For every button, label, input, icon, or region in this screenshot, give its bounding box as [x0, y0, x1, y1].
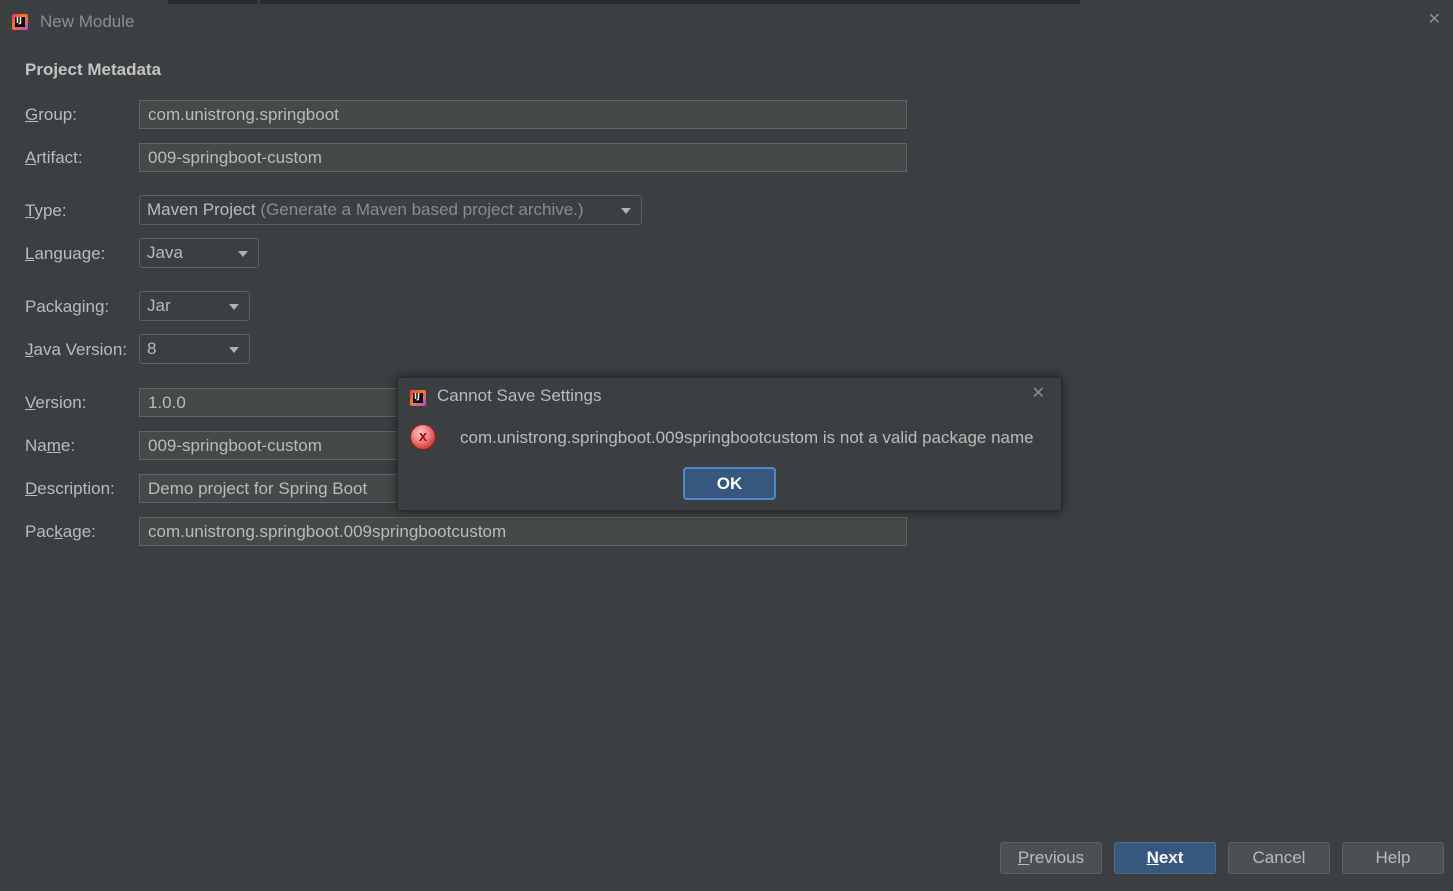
- chevron-down-icon: [238, 251, 248, 257]
- close-icon[interactable]: ✕: [1032, 383, 1045, 403]
- error-dialog: IJ Cannot Save Settings ✕ x com.unistron…: [397, 377, 1062, 511]
- packaging-dropdown[interactable]: Jar: [139, 291, 250, 321]
- language-dropdown[interactable]: Java: [139, 238, 259, 268]
- language-label: Language:: [25, 244, 106, 263]
- java-version-dropdown[interactable]: 8: [139, 334, 250, 364]
- cancel-button[interactable]: Cancel: [1228, 842, 1330, 874]
- packaging-value: Jar: [147, 296, 171, 315]
- description-label: Description:: [25, 479, 115, 498]
- close-icon[interactable]: ✕: [1428, 9, 1441, 29]
- type-hint: (Generate a Maven based project archive.…: [260, 200, 584, 219]
- intellij-app-icon: IJ: [12, 14, 28, 30]
- package-label: Package:: [25, 522, 96, 541]
- error-icon: x: [410, 424, 436, 450]
- help-button[interactable]: Help: [1342, 842, 1444, 874]
- package-field[interactable]: com.unistrong.springboot.009springbootcu…: [139, 517, 907, 546]
- packaging-label: Packaging:: [25, 297, 110, 316]
- title-bar: IJ New Module ✕: [0, 4, 1453, 40]
- type-label: Type:: [25, 201, 67, 220]
- chevron-down-icon: [621, 208, 631, 214]
- group-field[interactable]: com.unistrong.springboot: [139, 100, 907, 129]
- section-title: Project Metadata: [25, 60, 162, 79]
- window-title: New Module: [40, 12, 135, 31]
- group-label: Group:: [25, 105, 77, 124]
- language-value: Java: [147, 243, 183, 262]
- artifact-field[interactable]: 009-springboot-custom: [139, 143, 907, 172]
- next-button[interactable]: Next: [1114, 842, 1216, 874]
- type-value: Maven Project: [147, 200, 256, 219]
- java-version-label: Java Version:: [25, 340, 128, 359]
- chevron-down-icon: [229, 304, 239, 310]
- java-version-value: 8: [147, 339, 157, 358]
- type-dropdown[interactable]: Maven Project (Generate a Maven based pr…: [139, 195, 642, 225]
- artifact-label: Artifact:: [25, 148, 83, 167]
- dialog-title: Cannot Save Settings: [437, 386, 602, 405]
- ok-button[interactable]: OK: [683, 467, 776, 500]
- intellij-app-icon: IJ: [410, 390, 426, 406]
- previous-button[interactable]: Previous: [1000, 842, 1102, 874]
- chevron-down-icon: [229, 347, 239, 353]
- dialog-message: com.unistrong.springboot.009springbootcu…: [460, 428, 1034, 447]
- name-label: Name:: [25, 436, 76, 455]
- version-label: Version:: [25, 393, 87, 412]
